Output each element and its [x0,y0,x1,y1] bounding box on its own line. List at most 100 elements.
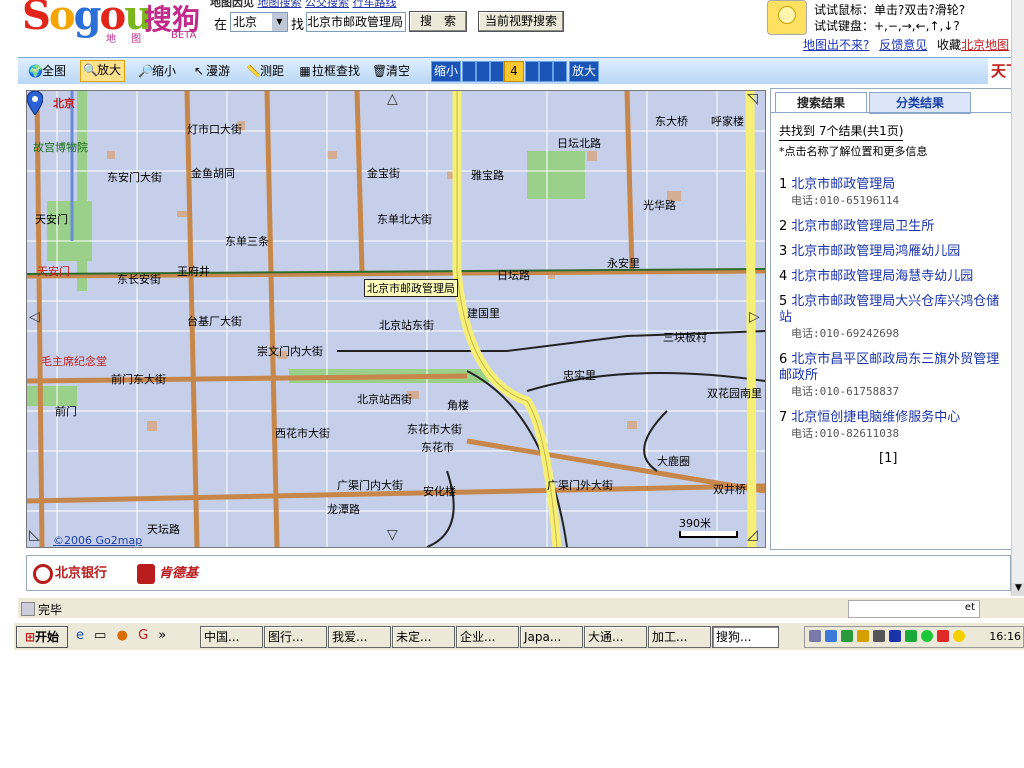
pan-southwest-arrow-icon[interactable]: ◺ [29,527,40,543]
copyright-link[interactable]: ©2006 Go2map [53,534,142,547]
start-label: 开始 [35,630,60,644]
taskbar-item[interactable]: 企业... [456,626,519,648]
tray-app-icon[interactable] [937,630,949,642]
zoom-level-current[interactable]: 4 [504,61,524,82]
link-bus-search[interactable]: 公交搜索 [305,0,349,9]
ad-bank-of-beijing[interactable]: 北京银行 [33,562,107,584]
bookmark-prefix: 收藏 [937,38,962,52]
pan-down-arrow-icon[interactable]: ▽ [387,527,398,543]
map-label: 前门东大街 [111,373,166,386]
pager[interactable]: [1] [879,451,897,466]
result-phone: 电话:010-61758837 [791,385,900,398]
result-link[interactable]: 北京恒创捷电脑维修服务中心 [791,410,960,425]
search-input[interactable]: 北京市邮政管理局 [306,12,406,32]
zoom-level-segment[interactable] [553,61,567,82]
zoom-level-segment[interactable] [462,61,476,82]
map-pin-icon[interactable] [27,91,43,115]
result-link[interactable]: 北京市邮政管理局海慧寺幼儿园 [791,269,973,284]
view-search-button[interactable]: 当前视野搜索 [478,11,564,32]
ad-kfc[interactable]: 肯德基 [137,562,198,584]
result-link[interactable]: 北京市邮政管理局卫生所 [791,219,934,234]
tray-app-icon[interactable] [921,630,933,642]
taskbar-item-active[interactable]: 搜狗... [712,626,779,648]
zoom-level-segment[interactable] [525,61,539,82]
tray-app-icon[interactable] [841,630,853,642]
sogou-logo[interactable]: Sogou 搜狗 地 图 BETA [18,0,208,45]
pan-up-arrow-icon[interactable]: △ [387,91,398,107]
feedback-link[interactable]: 反馈意见 [879,38,927,52]
app-icon[interactable]: G [138,628,148,643]
result-link[interactable]: 北京市邮政管理局鸿雁幼儿园 [791,244,960,259]
tool-full-map[interactable]: 🌍全图 [26,62,69,80]
city-select[interactable]: 北京 ▼ [230,12,288,32]
result-link[interactable]: 北京市邮政管理局 [791,177,895,192]
tool-clear[interactable]: 🗑清空 [370,62,413,80]
ime-bar[interactable]: et [848,600,980,618]
tool-zoom-in[interactable]: 🔍放大 [80,60,126,82]
map-canvas[interactable]: 北京 故宫博物院 东安门大街 天安门 天安门 毛主席纪念堂 前门 王府井 金鱼胡… [26,90,766,548]
windows-logo-icon: ⊞ [24,630,36,644]
tray-app-icon[interactable] [857,630,869,642]
zoom-in-icon: 🔍 [83,63,98,77]
result-phone: 电话:010-69242698 [791,327,900,340]
zoom-out-button[interactable]: 缩小 [431,61,461,82]
desktop-icon[interactable]: ▭ [94,628,106,643]
taskbar-item[interactable]: 中国... [200,626,263,648]
taskbar-item[interactable]: Japa... [520,626,583,648]
taskbar-item[interactable]: 加工... [648,626,711,648]
page-status-icon [21,602,35,616]
map-fail-link[interactable]: 地图出不来? [803,38,869,52]
chevron-down-icon[interactable]: ▼ [272,13,287,31]
taskbar-item[interactable]: 未定... [392,626,455,648]
result-link[interactable]: 北京市邮政管理局大兴仓库兴鸿仓储站 [779,294,999,325]
result-item: 4 北京市邮政管理局海慧寺幼儿园 [779,269,1007,285]
link-route[interactable]: 行车路线 [353,0,397,9]
more-icon[interactable]: » [158,628,166,643]
zoom-level-segment[interactable] [490,61,504,82]
clock[interactable]: 16:16 [989,630,1021,643]
zoom-level-segment[interactable] [476,61,490,82]
tray-app-icon[interactable] [905,630,917,642]
taskbar-item[interactable]: 大通... [584,626,647,648]
map-label: 金鱼胡同 [191,167,235,180]
bookmark-link[interactable]: 北京地图 [961,38,1009,52]
bank-logo-icon [33,563,53,584]
map-label: 天安门 [35,213,68,226]
zoom-level-segment[interactable] [539,61,553,82]
page-scrollbar[interactable]: ▼ [1011,0,1024,596]
tray-app-icon[interactable] [873,630,885,642]
taskbar-item[interactable]: 我爱... [328,626,391,648]
pan-northeast-arrow-icon[interactable]: ◹ [747,91,758,107]
pan-right-arrow-icon[interactable]: ▷ [749,309,760,325]
firefox-icon[interactable]: ● [117,628,128,643]
map-label: 东单北大街 [377,213,432,226]
link-map-search[interactable]: 地图搜索 [258,0,302,9]
map-label: 大鹿圈 [657,455,690,468]
network-icon[interactable] [825,630,837,642]
pan-left-arrow-icon[interactable]: ◁ [29,309,40,325]
taskbar-item[interactable]: 图行... [264,626,327,648]
result-link[interactable]: 北京市昌平区邮政局东三旗外贸管理邮政所 [779,352,999,383]
pin-label[interactable]: 北京市邮政管理局 [364,279,458,297]
logo-subtitle: 地 图 [106,34,148,45]
zoom-in-button[interactable]: 放大 [569,61,599,82]
tab-search-results[interactable]: 搜索结果 [775,92,867,113]
tab-divider [771,112,1011,113]
search-button[interactable]: 搜 索 [409,11,467,32]
pan-southeast-arrow-icon[interactable]: ◿ [747,527,758,543]
tool-zoom-out[interactable]: 🔎缩小 [136,62,179,80]
speaker-icon[interactable] [809,630,821,642]
tray-app-icon[interactable] [889,630,901,642]
tool-measure[interactable]: 📏测距 [244,62,287,80]
result-item: 2 北京市邮政管理局卫生所 [779,219,1007,235]
ie-icon[interactable]: e [76,628,84,643]
smiley-icon[interactable] [953,630,965,642]
scroll-down-arrow-icon[interactable]: ▼ [1012,583,1024,596]
tip-mouse: 试试鼠标：单击?双击?滑轮? [814,3,966,17]
tool-box-search[interactable]: ▦拉框查找 [296,62,363,80]
taskbar: ⊞开始 e ▭ ● G » 中国... 图行... 我爱... 未定... 企业… [14,622,1024,650]
tool-pan[interactable]: ↖ 漫游 [190,62,233,80]
start-button[interactable]: ⊞开始 [16,626,68,648]
map-label: 毛主席纪念堂 [41,355,107,368]
tab-category-results[interactable]: 分类结果 [869,92,971,114]
